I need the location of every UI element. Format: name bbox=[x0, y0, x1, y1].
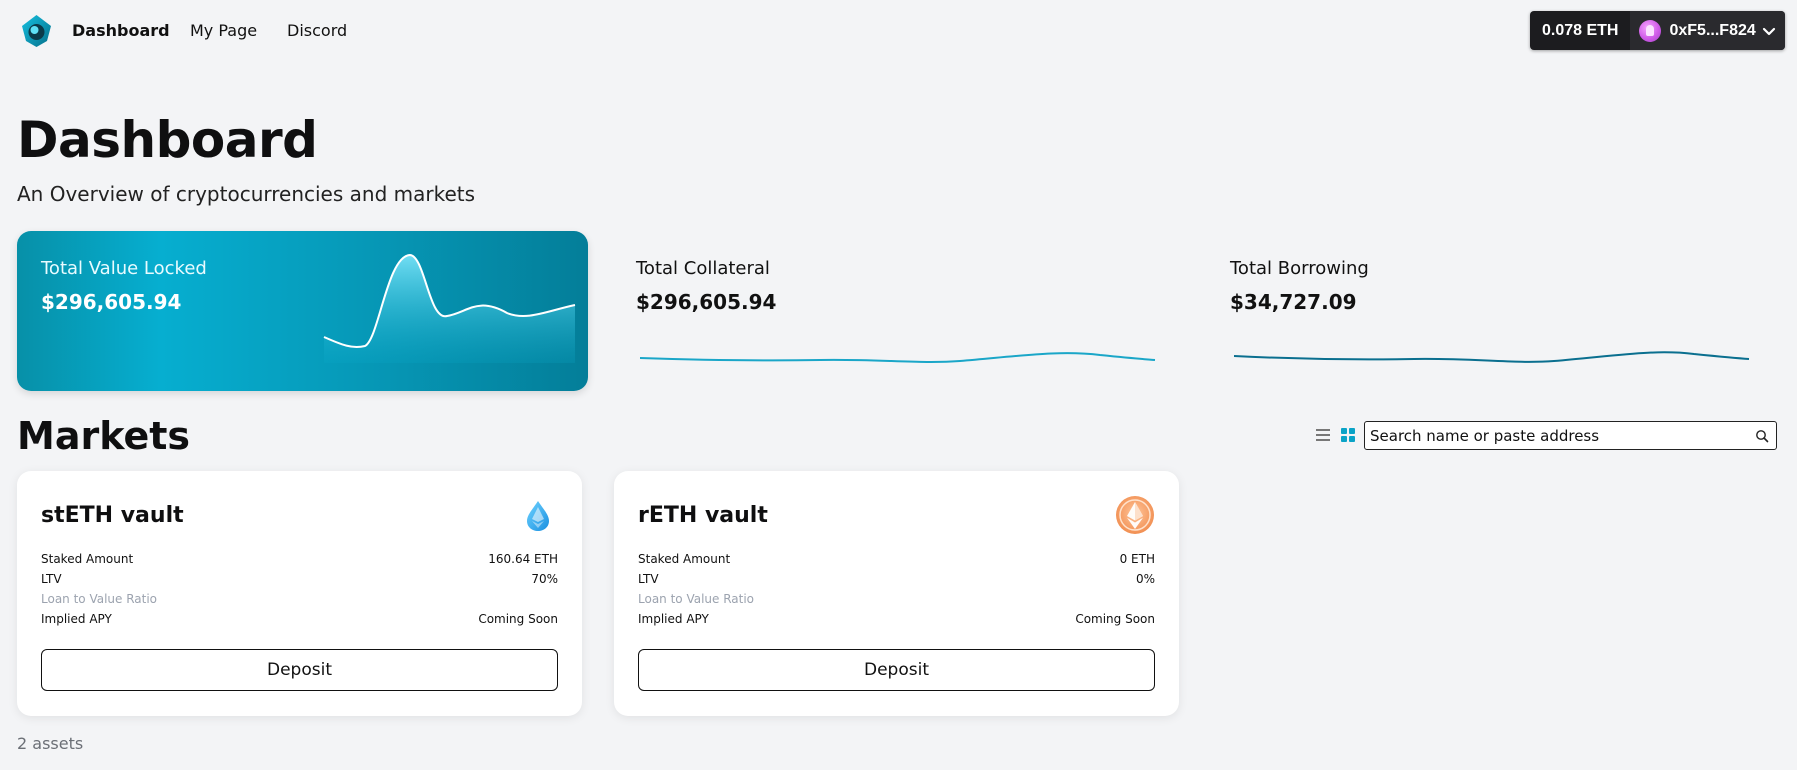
nav-discord-link[interactable]: Discord bbox=[287, 20, 347, 42]
vault-name: rETH vault bbox=[638, 503, 768, 528]
chevron-down-icon bbox=[1762, 27, 1776, 35]
tvl-sparkline bbox=[323, 253, 576, 363]
tvl-value: $296,605.94 bbox=[41, 290, 182, 314]
wallet-address: 0xF5...F824 bbox=[1669, 21, 1756, 39]
avatar bbox=[1639, 19, 1662, 42]
vault-details: Staked Amount 0 ETH LTV 0% Loan to Value… bbox=[638, 549, 1155, 629]
vault-card-steth: stETH vault Staked Amount 160.64 ETH LTV… bbox=[17, 471, 582, 716]
page-subtitle: An Overview of cryptocurrencies and mark… bbox=[17, 182, 476, 206]
collateral-label: Total Collateral bbox=[636, 258, 770, 279]
vault-card-reth: rETH vault Staked Amount 0 ETH LTV 0% Lo… bbox=[614, 471, 1179, 716]
nav-my-page-link[interactable]: My Page bbox=[190, 20, 257, 42]
grid-view-icon[interactable] bbox=[1339, 426, 1357, 444]
row-label: Staked Amount bbox=[41, 552, 134, 566]
account-button[interactable]: 0xF5...F824 bbox=[1630, 11, 1785, 50]
page-title: Dashboard bbox=[17, 111, 318, 169]
borrowing-label: Total Borrowing bbox=[1230, 258, 1369, 279]
row-label: Staked Amount bbox=[638, 552, 731, 566]
row-label: Implied APY bbox=[41, 612, 112, 626]
wallet-widget: 0.078 ETH 0xF5...F824 bbox=[1530, 11, 1785, 50]
row-value: 0% bbox=[1135, 572, 1155, 586]
top-navigation: Dashboard My Page Discord 0.078 ETH 0xF5… bbox=[0, 0, 1797, 62]
ltv-caption-row: Loan to Value Ratio bbox=[41, 589, 558, 609]
list-view-icon[interactable] bbox=[1314, 426, 1332, 444]
vault-details: Staked Amount 160.64 ETH LTV 70% Loan to… bbox=[41, 549, 558, 629]
staked-amount-row: Staked Amount 0 ETH bbox=[638, 549, 1155, 569]
row-value: 70% bbox=[531, 572, 558, 586]
search-input[interactable] bbox=[1370, 426, 1755, 445]
deposit-button[interactable]: Deposit bbox=[638, 649, 1155, 691]
collateral-card: Total Collateral $296,605.94 bbox=[636, 231, 1207, 391]
wallet-balance: 0.078 ETH bbox=[1542, 21, 1619, 39]
row-value: 160.64 ETH bbox=[488, 552, 558, 566]
tvl-label: Total Value Locked bbox=[41, 258, 207, 279]
asset-count: 2 assets bbox=[17, 734, 84, 753]
row-label: Loan to Value Ratio bbox=[638, 592, 755, 606]
vault-name: stETH vault bbox=[41, 503, 184, 528]
search-icon[interactable] bbox=[1755, 429, 1769, 443]
collateral-value: $296,605.94 bbox=[636, 290, 777, 314]
search-box bbox=[1364, 421, 1777, 450]
reth-ethereum-icon bbox=[1116, 496, 1154, 534]
deposit-button[interactable]: Deposit bbox=[41, 649, 558, 691]
steth-drop-icon bbox=[527, 501, 549, 531]
borrowing-card: Total Borrowing $34,727.09 bbox=[1230, 231, 1797, 391]
nav-dashboard-link[interactable]: Dashboard bbox=[72, 20, 170, 42]
ltv-caption-row: Loan to Value Ratio bbox=[638, 589, 1155, 609]
app-logo-icon[interactable] bbox=[20, 14, 53, 48]
row-value: Coming Soon bbox=[1075, 612, 1155, 626]
ltv-row: LTV 70% bbox=[41, 569, 558, 589]
row-label: LTV bbox=[41, 572, 62, 586]
ltv-row: LTV 0% bbox=[638, 569, 1155, 589]
staked-amount-row: Staked Amount 160.64 ETH bbox=[41, 549, 558, 569]
borrowing-sparkline bbox=[1234, 351, 1750, 363]
row-value: Coming Soon bbox=[478, 612, 558, 626]
implied-apy-row: Implied APY Coming Soon bbox=[41, 609, 558, 629]
row-value: 0 ETH bbox=[1119, 552, 1155, 566]
row-label: LTV bbox=[638, 572, 659, 586]
implied-apy-row: Implied APY Coming Soon bbox=[638, 609, 1155, 629]
collateral-sparkline bbox=[640, 352, 1156, 363]
row-label: Implied APY bbox=[638, 612, 709, 626]
borrowing-value: $34,727.09 bbox=[1230, 290, 1357, 314]
tvl-card: Total Value Locked $296,605.94 bbox=[17, 231, 588, 391]
row-label: Loan to Value Ratio bbox=[41, 592, 158, 606]
markets-title: Markets bbox=[17, 414, 191, 458]
